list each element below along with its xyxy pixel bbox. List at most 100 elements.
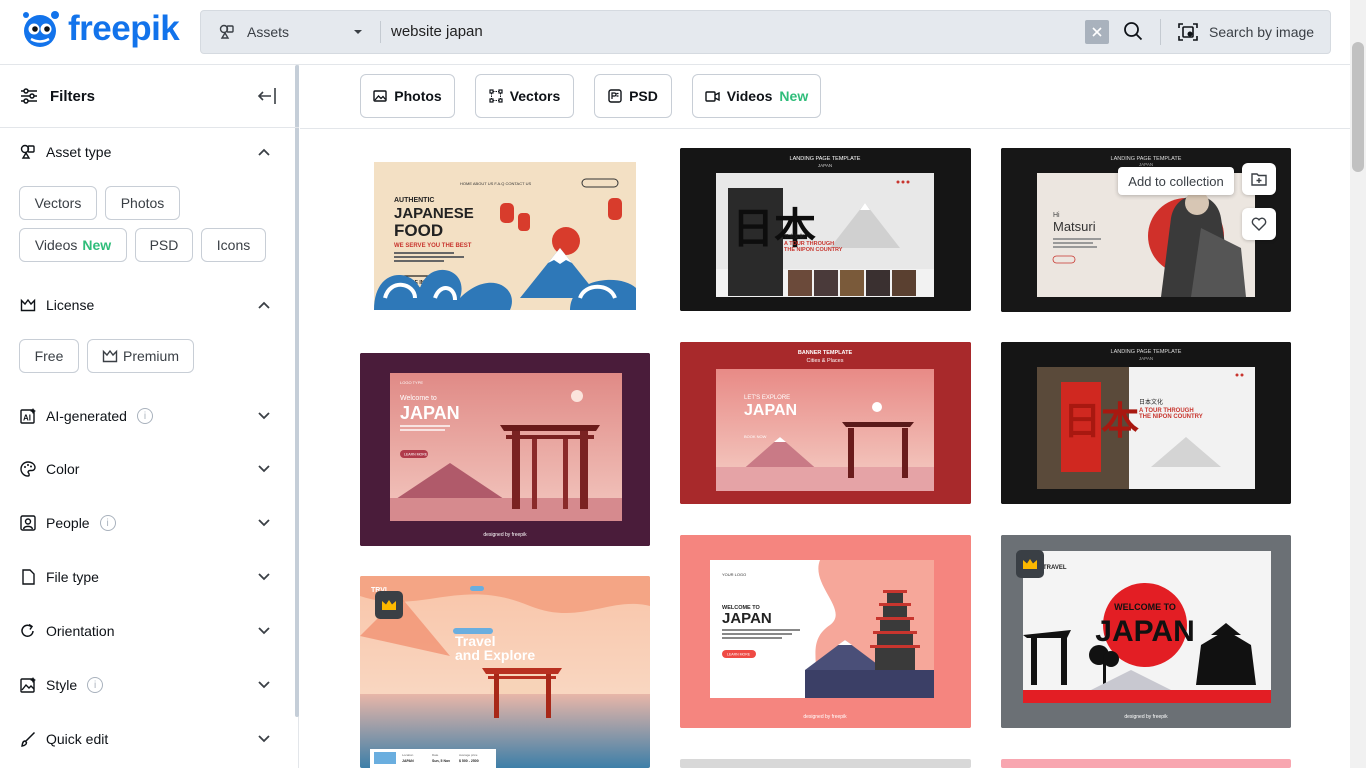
chevron-down-icon bbox=[258, 412, 270, 420]
style-section[interactable]: Style i bbox=[20, 677, 270, 693]
svg-text:AI: AI bbox=[23, 414, 31, 423]
tab-photos[interactable]: Photos bbox=[360, 74, 455, 118]
svg-text:LANDING PAGE TEMPLATE: LANDING PAGE TEMPLATE bbox=[1111, 349, 1182, 355]
result-card-banner-template[interactable]: BANNER TEMPLATE Cities & Places LET'S EX… bbox=[680, 342, 971, 504]
sidebar-scrollbar[interactable] bbox=[295, 65, 299, 717]
svg-text:THE NIPON COUNTRY: THE NIPON COUNTRY bbox=[1139, 414, 1203, 420]
result-card-pink-japan[interactable]: YOUR LOGO WELCOME TO JAPAN LEARN MORE de… bbox=[680, 535, 971, 728]
chip-icons[interactable]: Icons bbox=[201, 228, 266, 262]
file-icon bbox=[22, 569, 35, 585]
add-to-collection-tooltip: Add to collection bbox=[1118, 167, 1234, 195]
asset-type-section[interactable]: Asset type bbox=[20, 144, 270, 160]
search-button[interactable] bbox=[1123, 21, 1143, 41]
svg-text:designed by freepik: designed by freepik bbox=[483, 532, 527, 538]
svg-text:LOGO TYPE: LOGO TYPE bbox=[400, 380, 423, 385]
vector-icon bbox=[489, 89, 503, 103]
result-card-landing-template[interactable]: LANDING PAGE TEMPLATE JAPAN 日本 日本文化 A TO… bbox=[680, 148, 971, 311]
chip-premium-label: Premium bbox=[122, 348, 179, 364]
info-icon[interactable]: i bbox=[99, 515, 116, 531]
add-to-collection-button[interactable] bbox=[1242, 163, 1276, 195]
tab-videos[interactable]: Videos New bbox=[692, 74, 821, 118]
svg-text:Date: Date bbox=[432, 753, 439, 757]
search-by-image-button[interactable]: Search by image bbox=[1177, 11, 1314, 53]
svg-text:BOOK NOW: BOOK NOW bbox=[744, 434, 767, 439]
ai-icon: AI bbox=[20, 408, 36, 424]
orientation-section[interactable]: Orientation bbox=[20, 623, 270, 639]
tab-vectors[interactable]: Vectors bbox=[475, 74, 574, 118]
chip-free[interactable]: Free bbox=[19, 339, 79, 373]
brush-icon bbox=[21, 731, 36, 747]
result-card-partial[interactable] bbox=[1001, 759, 1291, 768]
freepik-logo[interactable]: freepik bbox=[20, 9, 180, 49]
color-label: Color bbox=[46, 461, 80, 477]
tab-psd[interactable]: PSD bbox=[594, 74, 672, 118]
svg-text:HOME ABOUT US F.A.Q CONT: HOME ABOUT US F.A.Q CONTACT US bbox=[460, 181, 531, 186]
heart-icon bbox=[1251, 217, 1267, 231]
orientation-label: Orientation bbox=[46, 623, 115, 639]
collapse-sidebar-icon[interactable] bbox=[257, 87, 277, 105]
page-scrollbar-thumb[interactable] bbox=[1352, 42, 1364, 172]
image-style-icon bbox=[20, 677, 36, 693]
result-thumbnail: TRVL Travel and Explore Location JAPAN D… bbox=[360, 576, 650, 768]
sliders-icon bbox=[21, 88, 37, 104]
svg-text:THE NIPON COUNTRY: THE NIPON COUNTRY bbox=[784, 247, 843, 253]
result-card-landing-template-2[interactable]: LANDING PAGE TEMPLATE JAPAN 日本 日本文化 A TO… bbox=[1001, 342, 1291, 504]
license-section[interactable]: License bbox=[20, 297, 270, 313]
result-card-red-sun-japan[interactable]: TRAVEL WELCOME TO JAPAN designed by free… bbox=[1001, 535, 1291, 728]
people-label: People bbox=[46, 515, 90, 531]
like-button[interactable] bbox=[1242, 208, 1276, 240]
info-icon[interactable]: i bbox=[87, 677, 104, 693]
result-thumbnail: YOUR LOGO WELCOME TO JAPAN LEARN MORE de… bbox=[680, 535, 971, 728]
people-section[interactable]: People i bbox=[20, 515, 270, 531]
svg-text:Average price: Average price bbox=[459, 753, 478, 757]
result-card-welcome-japan[interactable]: LOGO TYPE Welcome to JAPAN LEARN MORE de… bbox=[360, 353, 650, 546]
crown-icon bbox=[1023, 559, 1037, 569]
search-input[interactable]: website japan bbox=[391, 11, 483, 53]
chip-psd[interactable]: PSD bbox=[135, 228, 193, 262]
chevron-up-icon bbox=[258, 148, 270, 156]
premium-badge bbox=[375, 591, 403, 619]
svg-text:日本文化: 日本文化 bbox=[784, 233, 804, 240]
ai-generated-section[interactable]: AI AI-generated i bbox=[20, 408, 270, 424]
result-thumbnail: LANDING PAGE TEMPLATE JAPAN 日本 日本文化 A TO… bbox=[1001, 342, 1291, 504]
caret-down-icon bbox=[354, 30, 362, 34]
chip-videos[interactable]: Videos New bbox=[19, 228, 127, 262]
svg-text:FOOD: FOOD bbox=[394, 221, 443, 240]
svg-text:and Explore: and Explore bbox=[455, 647, 535, 663]
quick-edit-label: Quick edit bbox=[46, 731, 109, 747]
result-card-travel-explore[interactable]: TRVL Travel and Explore Location JAPAN D… bbox=[360, 576, 650, 768]
chevron-down-icon bbox=[258, 735, 270, 743]
tab-videos-label: Videos bbox=[726, 88, 773, 104]
chevron-down-icon bbox=[258, 519, 270, 527]
assets-icon bbox=[219, 24, 234, 39]
svg-text:Cities & Places: Cities & Places bbox=[807, 358, 844, 364]
info-icon[interactable]: i bbox=[136, 408, 153, 424]
chip-vectors[interactable]: Vectors bbox=[19, 186, 97, 220]
premium-badge bbox=[1016, 550, 1044, 578]
tab-photos-label: Photos bbox=[394, 88, 442, 104]
quick-edit-section[interactable]: Quick edit bbox=[20, 731, 270, 747]
crown-icon bbox=[382, 600, 396, 610]
clear-search-button[interactable] bbox=[1085, 20, 1109, 44]
color-section[interactable]: Color bbox=[20, 461, 270, 477]
search-bar: Assets website japan Search by image bbox=[200, 10, 1331, 54]
result-card-partial[interactable] bbox=[680, 759, 971, 768]
chip-premium[interactable]: Premium bbox=[87, 339, 194, 373]
result-card-japanese-food[interactable]: HOME ABOUT US F.A.Q CONTACT US AUTHENTIC… bbox=[360, 148, 650, 323]
chevron-up-icon bbox=[258, 301, 270, 309]
svg-text:JAPAN: JAPAN bbox=[1095, 615, 1194, 648]
search-divider bbox=[380, 21, 381, 43]
chip-photos[interactable]: Photos bbox=[105, 186, 180, 220]
asset-type-select[interactable]: Assets bbox=[201, 11, 381, 53]
asset-select-label: Assets bbox=[247, 24, 290, 40]
chip-videos-label: Videos bbox=[34, 237, 78, 253]
result-thumbnail: TRAVEL WELCOME TO JAPAN designed by free… bbox=[1001, 535, 1291, 728]
person-icon bbox=[20, 515, 36, 531]
result-thumbnail: LANDING PAGE TEMPLATE JAPAN 日本 日本文化 A TO… bbox=[680, 148, 971, 311]
crown-icon bbox=[20, 298, 36, 312]
top-header: freepik Assets website japan Search by i… bbox=[0, 0, 1366, 65]
file-type-label: File type bbox=[46, 569, 99, 585]
svg-text:YOUR LOGO: YOUR LOGO bbox=[722, 572, 746, 577]
file-type-section[interactable]: File type bbox=[20, 569, 270, 585]
tab-vectors-label: Vectors bbox=[509, 88, 561, 104]
